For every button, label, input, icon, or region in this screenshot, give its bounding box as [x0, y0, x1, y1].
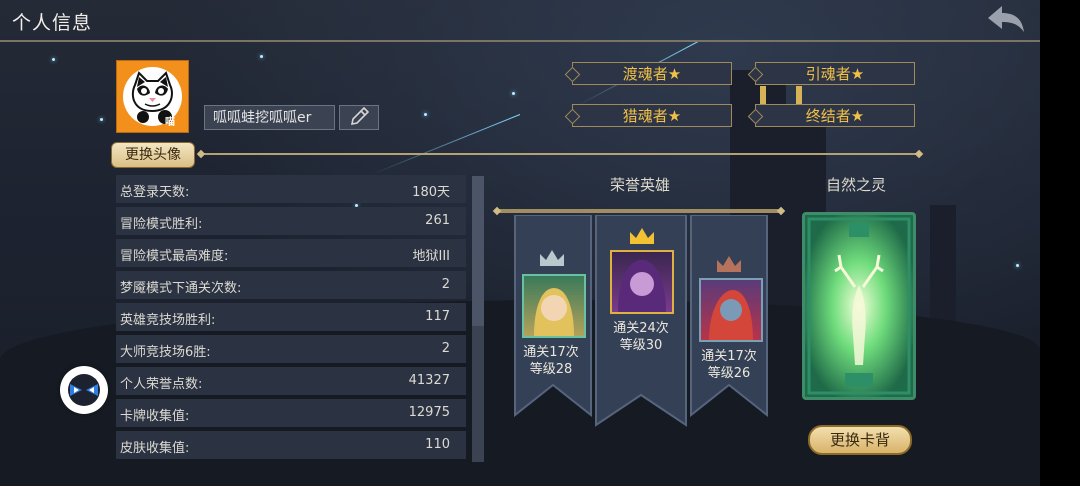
star [260, 55, 263, 58]
hero-portrait [610, 250, 674, 314]
stat-row: 总登录天数: 180天 [116, 175, 466, 203]
title-tag[interactable]: 终结者★ [755, 104, 915, 127]
change-card-back-button[interactable]: 更换卡背 [808, 425, 912, 455]
stat-row: 个人荣誉点数: 41327 [116, 367, 466, 395]
page-title: 个人信息 [12, 12, 93, 34]
star [424, 113, 427, 116]
stat-value: 41327 [408, 373, 450, 388]
star [1016, 264, 1019, 267]
silver-crown-icon [540, 250, 564, 266]
floating-assistant-button[interactable] [60, 366, 108, 414]
back-arrow-icon[interactable] [984, 4, 1026, 36]
banner-rod [498, 209, 782, 213]
title-tag[interactable]: 渡魂者★ [572, 62, 732, 85]
game-screen: 个人信息 喵 呱呱蛙挖呱呱er 更换头像 渡魂者★ 引魂者★ 猎魂者★ 终结者★… [0, 0, 1040, 486]
card-back-title: 自然之灵 [826, 176, 887, 194]
pencil-icon [350, 106, 370, 126]
bronze-crown-icon [717, 256, 741, 272]
stat-value: 261 [425, 213, 450, 228]
star [512, 92, 515, 95]
stat-label: 个人荣誉点数: [120, 377, 203, 392]
card-back-preview[interactable] [802, 212, 916, 400]
title-tag[interactable]: 猎魂者★ [572, 104, 732, 127]
scroll-thumb[interactable] [472, 176, 484, 326]
hero-clears: 通关17次 [701, 349, 757, 364]
divider-end [196, 149, 206, 159]
double-arrow-icon [68, 374, 100, 406]
stats-list[interactable]: 总登录天数: 180天 冒险模式胜利: 261 冒险模式最高难度: 地狱III 梦魇模… [116, 175, 466, 463]
divider-end [914, 149, 924, 159]
edit-name-button[interactable] [339, 105, 379, 130]
screen-edge-bar [1040, 0, 1080, 486]
stat-value: 12975 [408, 405, 450, 420]
stats-scrollbar[interactable] [472, 176, 484, 462]
header-divider [0, 40, 1040, 42]
stat-value: 2 [441, 341, 450, 356]
spirit-deer-icon [805, 215, 913, 397]
hero-level: 等级30 [619, 338, 663, 353]
hero-level: 等级28 [529, 362, 573, 377]
stat-row: 英雄竞技场胜利: 117 [116, 303, 466, 331]
stat-label: 梦魇模式下通关次数: [120, 281, 242, 296]
star [52, 58, 55, 61]
castle-window [760, 86, 766, 104]
stat-value: 110 [425, 437, 450, 452]
castle-window [796, 86, 802, 104]
stat-value: 地狱III [412, 249, 450, 264]
stat-row: 冒险模式最高难度: 地狱III [116, 239, 466, 267]
stat-row: 大师竞技场6胜: 2 [116, 335, 466, 363]
hero-portrait [699, 278, 763, 342]
stat-row: 梦魇模式下通关次数: 2 [116, 271, 466, 299]
stat-row: 冒险模式胜利: 261 [116, 207, 466, 235]
star [100, 118, 103, 121]
shooting-star [371, 114, 521, 175]
castle-tower [930, 205, 956, 325]
avatar-badge-text: 喵 [165, 117, 175, 128]
stat-label: 总登录天数: [120, 185, 190, 200]
gold-divider [200, 153, 920, 155]
stat-label: 英雄竞技场胜利: [120, 313, 216, 328]
stat-value: 180天 [412, 185, 450, 200]
stat-row: 卡牌收集值: 12975 [116, 399, 466, 427]
stat-label: 大师竞技场6胜: [120, 345, 211, 360]
gold-crown-icon [630, 228, 654, 244]
stat-value: 2 [441, 277, 450, 292]
hero-clears: 通关24次 [613, 321, 669, 336]
hero-portrait [522, 274, 586, 338]
avatar[interactable]: 喵 [116, 60, 189, 133]
stat-label: 皮肤收集值: [120, 441, 190, 456]
honor-heroes-title: 荣誉英雄 [610, 176, 671, 194]
stat-label: 冒险模式胜利: [120, 217, 203, 232]
hero-clears: 通关17次 [523, 345, 579, 360]
stat-label: 卡牌收集值: [120, 409, 190, 424]
stat-row: 皮肤收集值: 110 [116, 431, 466, 459]
title-tag[interactable]: 引魂者★ [755, 62, 915, 85]
hero-level: 等级26 [707, 366, 751, 381]
change-avatar-button[interactable]: 更换头像 [111, 142, 195, 168]
stat-value: 117 [425, 309, 450, 324]
stat-label: 冒险模式最高难度: [120, 249, 229, 264]
player-name: 呱呱蛙挖呱呱er [204, 105, 335, 130]
